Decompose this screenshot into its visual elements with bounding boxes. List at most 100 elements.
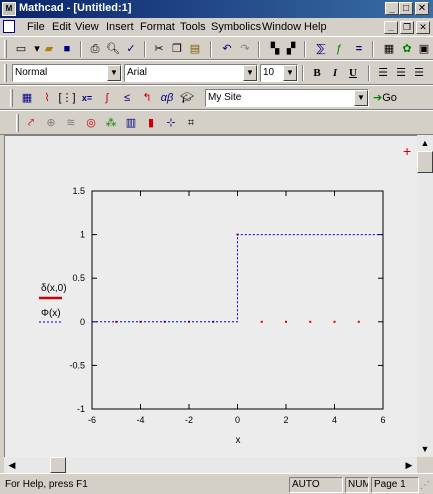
font-size-select[interactable]: 10 ▼	[260, 64, 298, 82]
matrix-icon[interactable]: [⋮]	[58, 89, 76, 107]
resource-center-icon[interactable]: ✿	[398, 40, 416, 58]
formatting-toolbar: Normal ▼ Arial ▼ 10 ▼ B I U ☰ ☰ ☰	[0, 60, 433, 85]
y-tick-label: 0	[80, 317, 85, 327]
xy-plot-icon[interactable]: ⤤	[22, 114, 40, 132]
legend-label-phi: Φ(x)	[41, 308, 61, 319]
menu-view[interactable]: View	[75, 21, 99, 33]
graph-icon[interactable]: ⌇	[38, 89, 56, 107]
component-icon[interactable]: ▦	[380, 40, 398, 58]
help-icon[interactable]: ▣	[415, 40, 433, 58]
chevron-down-icon[interactable]: ▼	[243, 65, 257, 81]
chevron-down-icon[interactable]: ▼	[283, 65, 297, 81]
close-button[interactable]: ✕	[415, 2, 429, 15]
align-left-icon[interactable]: ☰	[374, 64, 392, 82]
open-icon[interactable]: ▰	[40, 40, 58, 58]
delta-data-point	[260, 320, 263, 323]
calculate-icon[interactable]: ⅀	[312, 40, 330, 58]
3d-scatter-icon[interactable]: ⁂	[102, 114, 120, 132]
doc-restore-button[interactable]: ❐	[400, 21, 414, 34]
polar-plot-icon[interactable]: ⊕	[42, 114, 60, 132]
resize-grip-icon[interactable]: ⋰	[420, 480, 432, 492]
cut-icon[interactable]: ✂	[150, 40, 168, 58]
x-tick-label: 6	[380, 415, 385, 425]
scroll-right-icon[interactable]: ▶	[401, 457, 417, 473]
print-icon[interactable]: ⎙	[86, 40, 104, 58]
x-axis-label: x	[236, 435, 241, 446]
go-button[interactable]: ➔Go	[373, 89, 403, 107]
chevron-down-icon[interactable]: ▼	[354, 90, 368, 106]
graph-toolbar: ⤤ ⊕ ≋ ◎ ⁂ ▥ ▮ ⊹ ⌗	[0, 110, 433, 135]
y-tick-label: 1	[80, 230, 85, 240]
scroll-up-icon[interactable]: ▲	[417, 135, 433, 151]
copy-icon[interactable]: ❐	[168, 40, 186, 58]
scroll-down-icon[interactable]: ▼	[417, 441, 433, 457]
underline-icon[interactable]: U	[344, 64, 362, 82]
doc-close-button[interactable]: ✕	[416, 21, 430, 34]
resource-location-select[interactable]: My Site ▼	[205, 89, 369, 107]
insert-unit-icon[interactable]: =	[350, 40, 368, 58]
horizontal-scroll-thumb[interactable]	[50, 457, 66, 473]
menu-format[interactable]: Format	[140, 21, 175, 33]
horizontal-scrollbar[interactable]: ◀ ▶	[4, 457, 417, 473]
vertical-scroll-thumb[interactable]	[417, 151, 433, 173]
menu-bar: File Edit View Insert Format Tools Symbo…	[0, 18, 433, 36]
style-select[interactable]: Normal ▼	[12, 64, 122, 82]
spell-check-icon[interactable]: ✓	[122, 40, 140, 58]
y-tick-label: -0.5	[69, 360, 85, 370]
x-tick-label: -6	[88, 415, 96, 425]
chevron-down-icon[interactable]: ▼	[107, 65, 121, 81]
minimize-button[interactable]: _	[385, 2, 399, 15]
menu-tools[interactable]: Tools	[180, 21, 206, 33]
italic-icon[interactable]: I	[326, 64, 344, 82]
paste-icon[interactable]: ▤	[186, 40, 204, 58]
contour-plot-icon[interactable]: ◎	[82, 114, 100, 132]
window-title: Mathcad - [Untitled:1]	[19, 2, 132, 14]
vertical-scrollbar[interactable]: ▲ ▼	[417, 135, 433, 457]
vector-field-icon[interactable]: ▮	[142, 114, 160, 132]
x-tick-label: 4	[332, 415, 337, 425]
font-select[interactable]: Arial ▼	[124, 64, 258, 82]
plot-frame	[91, 190, 384, 410]
align-down-icon[interactable]: ▞	[282, 40, 300, 58]
menu-window[interactable]: Window	[262, 21, 301, 33]
y-tick-label: 1.5	[72, 186, 85, 196]
menu-insert[interactable]: Insert	[106, 21, 134, 33]
bold-icon[interactable]: B	[308, 64, 326, 82]
x-tick-label: 0	[235, 415, 240, 425]
xy-plot[interactable]: δ(x,0) Φ(x) -6 -4 -2 0 2 4 6 1.5 1 0.5 0 -0.5 -1 x	[5, 136, 417, 457]
menu-symbolics[interactable]: Symbolics	[211, 21, 261, 33]
trace-icon[interactable]: ⌗	[182, 114, 200, 132]
3d-bar-icon[interactable]: ▥	[122, 114, 140, 132]
menu-file[interactable]: File	[27, 21, 45, 33]
symbolic-icon[interactable]: 🎓︎	[178, 89, 196, 107]
greek-icon[interactable]: αβ	[158, 89, 176, 107]
calculus-icon[interactable]: ∫	[98, 89, 116, 107]
undo-icon[interactable]: ↶	[218, 40, 236, 58]
insert-function-icon[interactable]: ƒ	[330, 40, 348, 58]
x-tick-label: 2	[283, 415, 288, 425]
align-right-icon[interactable]: ☰	[410, 64, 428, 82]
zoom-icon[interactable]: ⊹	[162, 114, 180, 132]
boolean-icon[interactable]: ≤	[118, 89, 136, 107]
scroll-left-icon[interactable]: ◀	[4, 457, 20, 473]
mathcad-app-icon[interactable]: M	[2, 2, 16, 16]
title-bar: M Mathcad - [Untitled:1] _ □ ✕	[0, 0, 433, 18]
phi-series-line	[92, 234, 383, 323]
go-arrow-icon: ➔	[373, 92, 383, 104]
restore-button[interactable]: □	[399, 2, 413, 15]
y-tick-label: -1	[77, 404, 85, 414]
evaluation-icon[interactable]: x=	[78, 89, 96, 107]
calculator-icon[interactable]: ▦	[18, 89, 36, 107]
redo-icon[interactable]: ↷	[236, 40, 254, 58]
document-icon[interactable]	[3, 20, 15, 33]
surface-plot-icon[interactable]: ≋	[62, 114, 80, 132]
print-preview-icon[interactable]: 🔍︎	[104, 40, 122, 58]
menu-edit[interactable]: Edit	[52, 21, 71, 33]
align-center-icon[interactable]: ☰	[392, 64, 410, 82]
menu-help[interactable]: Help	[304, 21, 327, 33]
x-tick-label: -2	[185, 415, 193, 425]
programming-icon[interactable]: ↰	[138, 89, 156, 107]
worksheet[interactable]: + δ(x,0) Φ(x) -6 -4 -2 0 2 4 6 1.5 1 0.5 0 -0.5 -1 x	[4, 135, 417, 457]
doc-minimize-button[interactable]: _	[384, 21, 398, 34]
save-icon[interactable]: ■	[58, 40, 76, 58]
